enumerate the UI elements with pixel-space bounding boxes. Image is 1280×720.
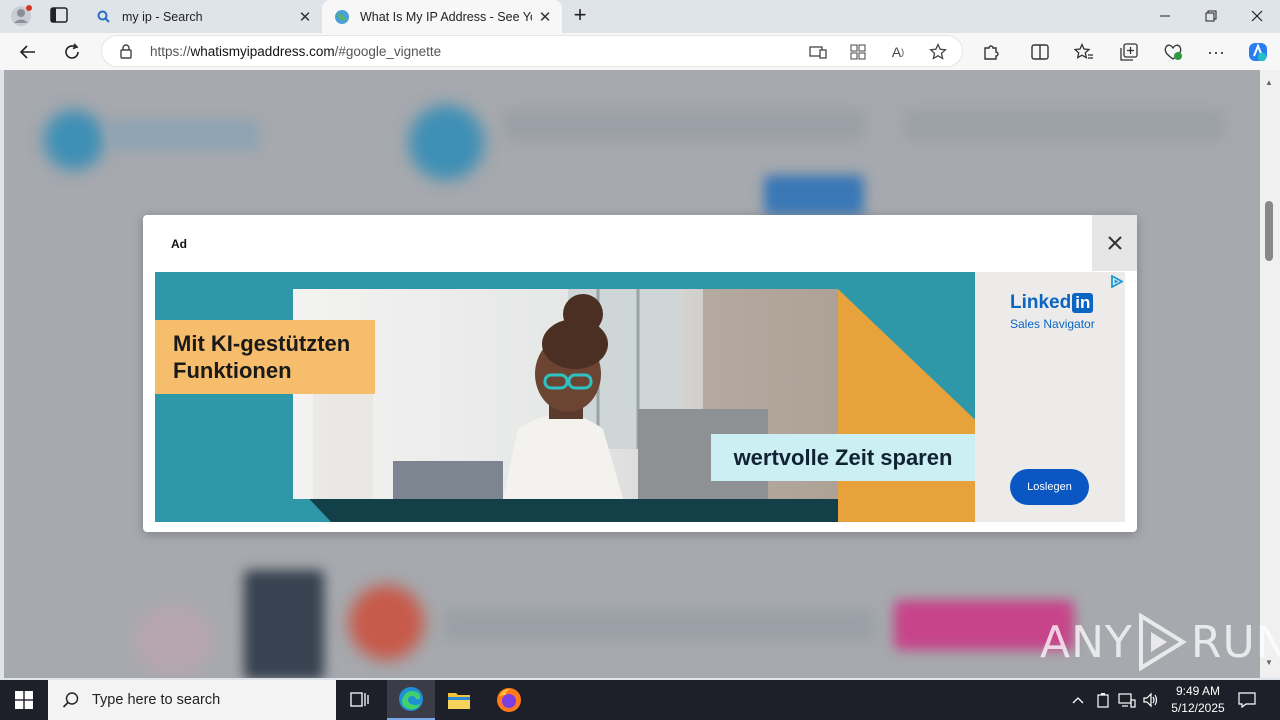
app-available-icon[interactable] <box>847 41 869 63</box>
watermark-left: ANY <box>1040 616 1133 668</box>
back-icon[interactable] <box>16 40 40 64</box>
taskbar-firefox[interactable] <box>485 680 533 720</box>
windows-logo-icon <box>15 691 33 709</box>
globe-icon <box>334 9 350 25</box>
tab-whatismyip[interactable]: What Is My IP Address - See Your ✕ <box>322 0 562 33</box>
url-text[interactable]: https://whatismyipaddress.com/#google_vi… <box>150 44 441 59</box>
ad-logo-blur <box>349 585 424 660</box>
globe-blur <box>409 105 484 180</box>
play-logo-icon <box>1138 613 1187 671</box>
minimize-icon[interactable] <box>1142 0 1188 32</box>
tray-overflow-icon[interactable] <box>1068 680 1088 720</box>
edge-icon <box>399 687 423 711</box>
scroll-up-icon[interactable]: ▲ <box>1265 78 1273 87</box>
nav-blur <box>904 110 1224 140</box>
ad-dark-strip <box>309 499 838 522</box>
taskbar-edge[interactable] <box>387 680 435 720</box>
copilot-icon[interactable] <box>1246 40 1270 64</box>
new-tab-button[interactable]: + <box>568 4 592 28</box>
search-icon <box>96 9 112 25</box>
browser-toolbar: https://whatismyipaddress.com/#google_vi… <box>0 33 1280 70</box>
search-icon <box>62 692 79 708</box>
page-scrollbar[interactable]: ▲ ▼ <box>1260 70 1280 678</box>
tab-actions-icon[interactable] <box>50 7 70 25</box>
restore-icon[interactable] <box>1188 0 1234 32</box>
nav-button-blur <box>764 175 864 215</box>
ad-cta-button[interactable]: Loslegen <box>1010 469 1089 505</box>
task-view-icon <box>350 692 369 707</box>
device-cast-icon[interactable] <box>807 41 829 63</box>
ad-vignette-dialog: Ad Mit KI-gestützten Funktionen wertvoll… <box>143 215 1137 532</box>
close-tab-icon[interactable]: ✕ <box>292 8 318 26</box>
taskbar-search-box[interactable]: Type here to search <box>48 680 336 720</box>
profile-avatar-icon[interactable] <box>10 5 32 27</box>
linkedin-logo: Linked in <box>1010 292 1094 314</box>
favorites-icon[interactable] <box>1072 40 1096 64</box>
extensions-icon[interactable] <box>979 40 1003 64</box>
ad-banner[interactable]: Mit KI-gestützten Funktionen wertvolle Z… <box>155 272 1125 522</box>
url-host: whatismyipaddress.com <box>190 44 335 59</box>
linkedin-logo-word: Linked <box>1010 292 1072 313</box>
ad-headline: Mit KI-gestützten Funktionen <box>155 320 375 394</box>
folder-icon <box>448 693 470 709</box>
ad-tagline: wertvolle Zeit sparen <box>711 434 975 481</box>
split-screen-icon[interactable] <box>1028 40 1052 64</box>
close-tab-icon[interactable]: ✕ <box>532 8 558 26</box>
address-bar[interactable]: https://whatismyipaddress.com/#google_vi… <box>101 35 963 67</box>
linkedin-panel: Linked in Sales Navigator Loslegen <box>975 272 1125 522</box>
url-path: /#google_vignette <box>334 44 442 59</box>
close-ad-button[interactable] <box>1092 215 1137 271</box>
network-icon[interactable] <box>1116 680 1138 720</box>
clock-time: 9:49 AM <box>1175 684 1221 698</box>
start-button[interactable] <box>0 680 48 720</box>
volume-icon[interactable] <box>1140 680 1162 720</box>
header-text-blur <box>504 110 864 140</box>
battery-icon[interactable] <box>1093 680 1113 720</box>
linkedin-in-badge: in <box>1072 293 1094 313</box>
ad-image-blur <box>244 570 324 678</box>
ad-label: Ad <box>171 237 187 251</box>
tab-title: my ip - Search <box>122 9 203 24</box>
close-window-icon[interactable] <box>1234 0 1280 32</box>
site-logo-blur <box>44 110 104 170</box>
watermark-right: RUN <box>1190 616 1280 668</box>
lock-icon[interactable] <box>118 43 134 59</box>
read-aloud-icon[interactable]: A) <box>887 41 909 63</box>
tab-strip: my ip - Search ✕ What Is My IP Address -… <box>0 0 1280 33</box>
linkedin-product: Sales Navigator <box>1010 317 1095 331</box>
notifications-icon[interactable] <box>1236 680 1258 720</box>
browser-essentials-icon[interactable] <box>1161 40 1185 64</box>
refresh-icon[interactable] <box>60 40 84 64</box>
ad-figure-blur <box>134 605 214 675</box>
firefox-icon <box>497 688 521 712</box>
windows-taskbar: Type here to search 9:49 AM 5/12/2025 <box>0 680 1280 720</box>
site-title-blur <box>109 120 259 150</box>
scrollbar-thumb[interactable] <box>1265 201 1273 261</box>
task-view-button[interactable] <box>336 680 384 720</box>
clock-date: 5/12/2025 <box>1171 701 1225 715</box>
tab-search[interactable]: my ip - Search ✕ <box>84 0 322 33</box>
more-menu-icon[interactable]: ··· <box>1204 40 1228 64</box>
anyrun-watermark: ANY RUN <box>1040 612 1280 672</box>
favorite-star-icon[interactable] <box>927 41 949 63</box>
ad-headline-line2: Funktionen <box>173 358 292 383</box>
collections-icon[interactable] <box>1117 40 1141 64</box>
ad-text-blur <box>444 610 874 640</box>
url-prefix: https:// <box>150 44 191 59</box>
taskbar-search-placeholder: Type here to search <box>92 692 221 708</box>
ad-headline-line1: Mit KI-gestützten <box>173 331 351 356</box>
adchoices-icon[interactable] <box>1110 275 1123 288</box>
taskbar-file-explorer[interactable] <box>435 680 483 720</box>
close-icon <box>1107 236 1122 250</box>
tab-title: What Is My IP Address - See Your <box>360 9 532 24</box>
taskbar-clock[interactable]: 9:49 AM 5/12/2025 <box>1162 683 1234 717</box>
